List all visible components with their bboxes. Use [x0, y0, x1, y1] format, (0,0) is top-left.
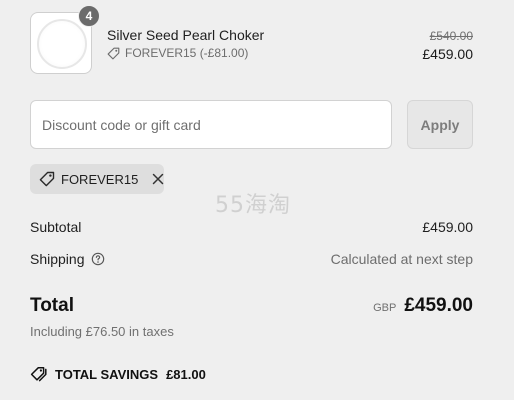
subtotal-value: £459.00: [422, 219, 473, 235]
quantity-badge: 4: [78, 5, 100, 27]
tag-icon: [107, 47, 120, 60]
product-discount: FOREVER15 (-£81.00): [107, 46, 248, 60]
help-circle-icon[interactable]: [91, 252, 105, 266]
product-discount-label: FOREVER15 (-£81.00): [125, 46, 249, 60]
watermark: 55海淘: [215, 193, 291, 218]
product-price: £459.00: [422, 46, 473, 62]
total-savings: TOTAL SAVINGS £81.00: [30, 366, 206, 382]
savings-value: £81.00: [166, 366, 206, 382]
shipping-label: Shipping: [30, 251, 85, 267]
tag-icon: [39, 171, 55, 187]
discount-code-input[interactable]: [30, 100, 392, 149]
savings-label: TOTAL SAVINGS: [55, 366, 159, 382]
double-tag-icon: [30, 366, 48, 382]
product-image: [37, 19, 87, 69]
shipping-row-label: Shipping: [30, 251, 105, 267]
close-icon[interactable]: [151, 172, 164, 186]
total-value: GBP £459.00: [373, 295, 473, 317]
shipping-value: Calculated at next step: [330, 251, 473, 267]
applied-code-chip: FOREVER15: [30, 164, 164, 194]
total-label: Total: [30, 295, 74, 316]
apply-button[interactable]: Apply: [407, 100, 473, 149]
subtotal-label: Subtotal: [30, 219, 82, 235]
original-price: £540.00: [429, 29, 473, 43]
applied-code-label: FOREVER15: [61, 171, 139, 187]
currency-code: GBP: [373, 302, 397, 314]
product-name: Silver Seed Pearl Choker: [107, 27, 265, 43]
tax-note: Including £76.50 in taxes: [30, 324, 174, 339]
total-amount: £459.00: [404, 295, 473, 316]
